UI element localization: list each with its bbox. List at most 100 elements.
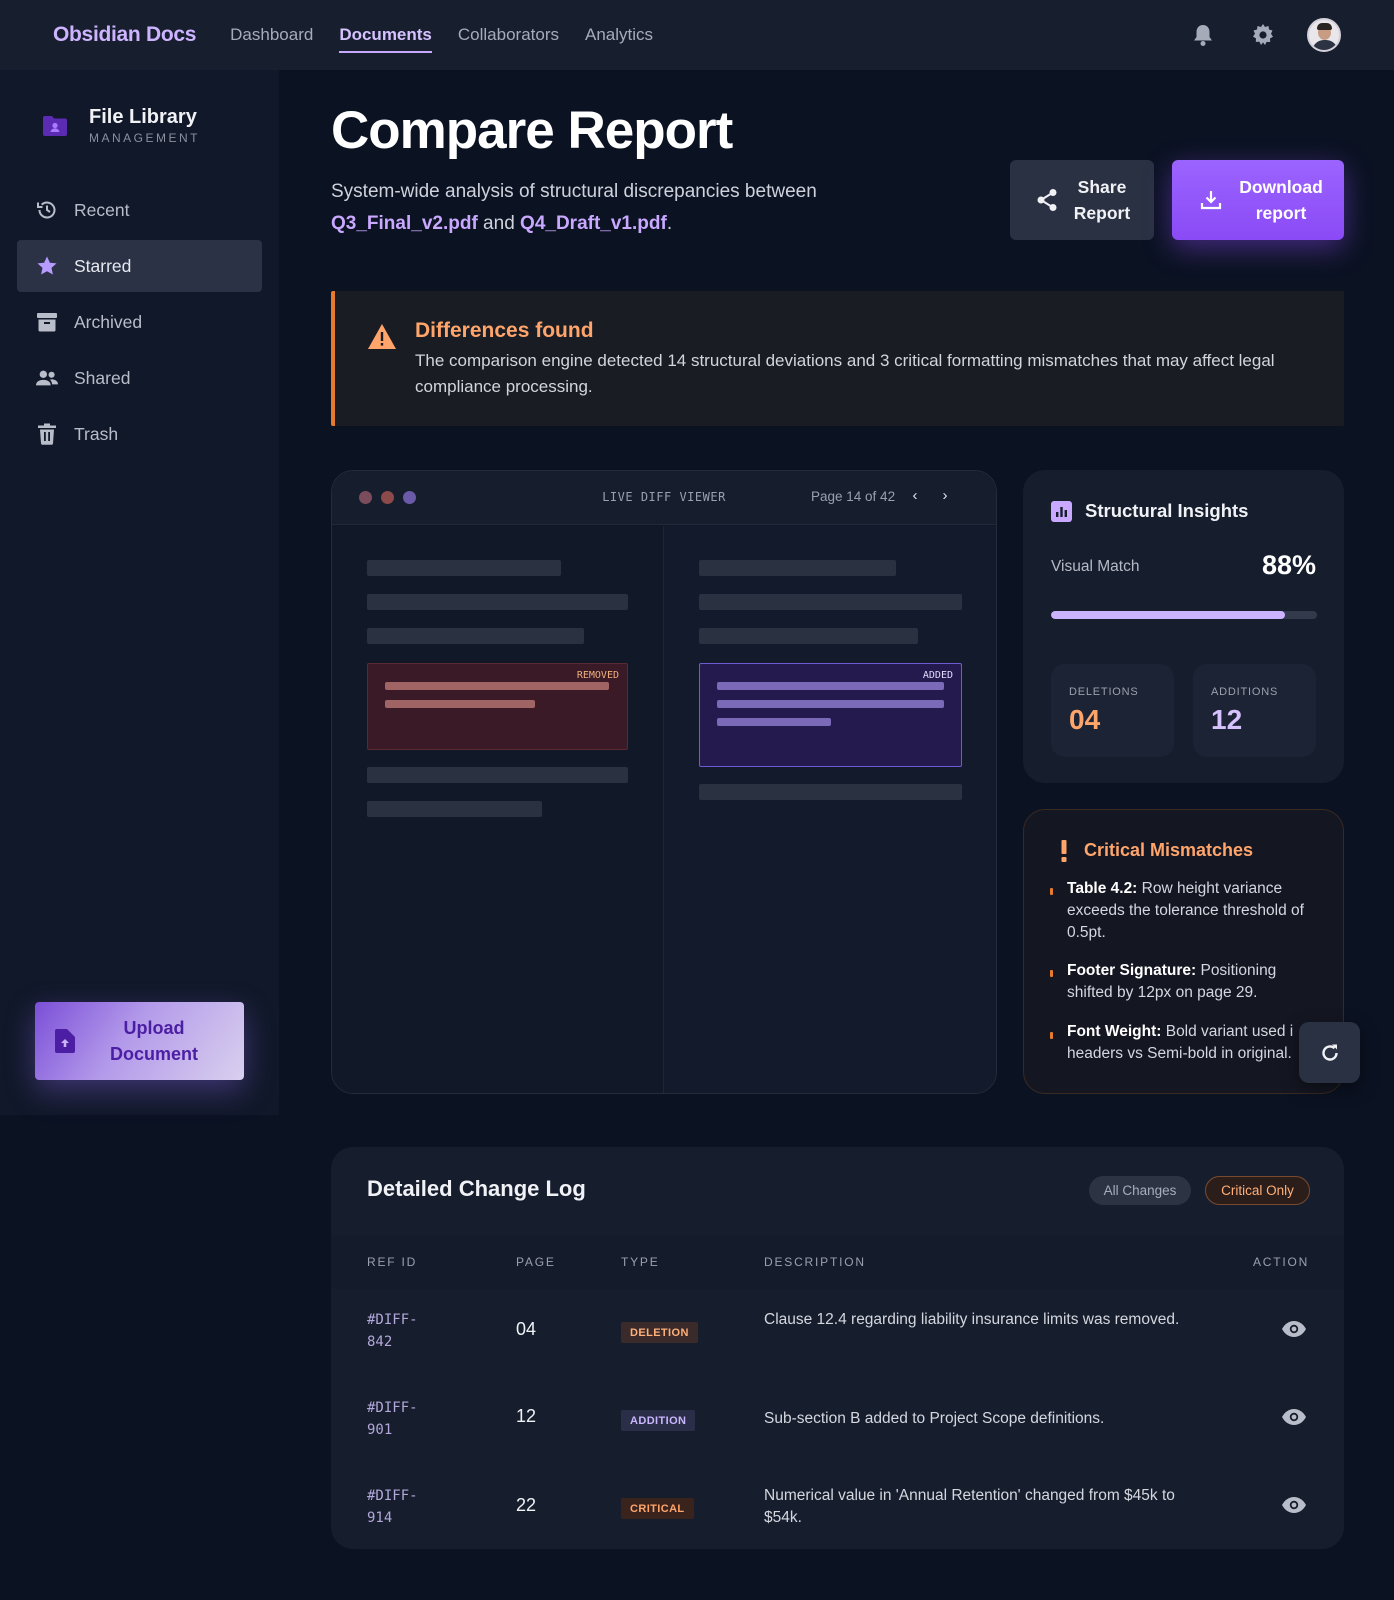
revised-document-pane[interactable]: ADDED — [663, 526, 996, 1093]
chart-icon — [1051, 501, 1072, 522]
sidebar: File Library MANAGEMENT Recent Starred A… — [0, 70, 279, 1115]
avatar[interactable] — [1307, 18, 1341, 52]
sidebar-item-recent[interactable]: Recent — [17, 184, 262, 236]
critical-item: Table 4.2: Row height variance exceeds t… — [1067, 878, 1335, 944]
file-link-a[interactable]: Q3_Final_v2.pdf — [331, 213, 478, 234]
filter-critical-only[interactable]: Critical Only — [1205, 1176, 1310, 1205]
nav-link-analytics[interactable]: Analytics — [585, 19, 653, 51]
share-icon — [1037, 189, 1057, 211]
description-text: System-wide analysis of structural discr… — [331, 181, 817, 202]
removed-block[interactable]: REMOVED — [367, 663, 628, 750]
alert-title: Differences found — [415, 319, 594, 342]
upload-button-label: Upload Document — [109, 1018, 198, 1064]
history-icon — [37, 201, 56, 219]
page-number: 22 — [516, 1495, 537, 1515]
change-log-card: Detailed Change Log All Changes Critical… — [331, 1147, 1344, 1549]
table-row[interactable]: #DIFF- 914 22 CRITICAL Numerical value in… — [331, 1465, 1344, 1549]
page-number: 12 — [516, 1406, 537, 1426]
table-header: REF ID PAGE TYPE DESCRIPTION ACTION — [331, 1235, 1344, 1289]
refresh-button[interactable] — [1299, 1022, 1360, 1083]
library-title: File Library — [89, 106, 197, 128]
critical-item-label: Footer Signature: — [1067, 962, 1197, 979]
sidebar-item-starred[interactable]: Starred — [17, 240, 262, 292]
nav-link-dashboard[interactable]: Dashboard — [230, 19, 313, 51]
sidebar-item-shared[interactable]: Shared — [17, 352, 262, 404]
progress-fill — [1051, 611, 1286, 619]
chevron-left-icon[interactable]: ‹ — [906, 487, 924, 504]
viewer-title: LIVE DIFF VIEWER — [602, 490, 726, 504]
eye-icon[interactable] — [1281, 1492, 1307, 1518]
sidebar-item-archived[interactable]: Archived — [17, 296, 262, 348]
added-block[interactable]: ADDED — [699, 663, 962, 767]
sidebar-item-label: Starred — [74, 255, 132, 276]
ref-id-prefix: #DIFF- — [367, 1488, 418, 1504]
ref-id: #DIFF- 914 — [367, 1485, 437, 1529]
change-log-title: Detailed Change Log — [367, 1176, 586, 1201]
sidebar-item-label: Shared — [74, 367, 131, 388]
critical-item: Footer Signature: Positioning shifted by… — [1067, 960, 1297, 1004]
eye-icon[interactable] — [1281, 1316, 1307, 1342]
chevron-right-icon[interactable]: › — [936, 487, 954, 504]
critical-mismatches-card: Critical Mismatches Table 4.2: Row heigh… — [1023, 809, 1344, 1094]
page-description: System-wide analysis of structural discr… — [331, 176, 931, 240]
type-badge: ADDITION — [621, 1410, 696, 1431]
bullet — [1050, 1032, 1053, 1039]
ref-id-number: 842 — [367, 1334, 393, 1350]
text-placeholder — [367, 628, 584, 644]
gear-icon[interactable] — [1247, 19, 1279, 51]
column-header-ref-id: REF ID — [367, 1255, 418, 1269]
removed-line — [385, 682, 609, 690]
share-report-button[interactable]: Share Report — [1010, 160, 1154, 240]
bullet — [1050, 888, 1053, 895]
eye-icon[interactable] — [1281, 1404, 1307, 1430]
file-link-b[interactable]: Q4_Draft_v1.pdf — [520, 213, 667, 234]
added-line — [717, 700, 944, 708]
insights-title: Structural Insights — [1085, 500, 1249, 521]
filter-all-changes[interactable]: All Changes — [1089, 1176, 1191, 1205]
library-subtitle: MANAGEMENT — [89, 131, 201, 145]
structural-insights-card: Structural Insights Visual Match 88% DEL… — [1023, 470, 1344, 783]
bullet — [1050, 970, 1053, 977]
page-number: 04 — [516, 1319, 537, 1339]
differences-alert: Differences found The comparison engine … — [331, 291, 1344, 426]
original-document-pane[interactable]: REMOVED — [332, 526, 663, 1093]
description-text: and — [477, 213, 521, 234]
text-placeholder — [367, 560, 561, 576]
download-icon — [1200, 191, 1222, 210]
table-row[interactable]: #DIFF- 901 12 ADDITION Sub-section B adde… — [331, 1377, 1344, 1465]
nav-actions — [1187, 18, 1341, 52]
column-header-type: TYPE — [621, 1255, 660, 1269]
warning-icon — [368, 324, 396, 349]
library-header: File Library MANAGEMENT — [43, 106, 200, 145]
text-placeholder — [367, 594, 628, 610]
top-navbar: Obsidian Docs Dashboard Documents Collab… — [0, 0, 1394, 70]
deletions-value: 04 — [1069, 704, 1101, 735]
sidebar-item-label: Trash — [74, 423, 119, 444]
additions-stat: ADDITIONS 12 — [1193, 664, 1316, 757]
change-description: Clause 12.4 regarding liability insuranc… — [764, 1311, 1180, 1328]
added-tag: ADDED — [922, 670, 953, 681]
removed-line — [385, 700, 535, 708]
ref-id-prefix: #DIFF- — [367, 1400, 418, 1416]
bell-icon[interactable] — [1187, 19, 1219, 51]
additions-label: ADDITIONS — [1211, 686, 1279, 698]
archive-icon — [37, 313, 57, 332]
ref-id-number: 914 — [367, 1510, 393, 1526]
page-title: Compare Report — [331, 101, 733, 160]
trash-icon — [38, 423, 56, 445]
ref-id: #DIFF- 842 — [367, 1309, 437, 1353]
download-report-button[interactable]: Download report — [1172, 160, 1344, 240]
page-indicator: Page 14 of 42 — [811, 489, 896, 504]
critical-item-continued: headers vs Semi-bold in original. — [1067, 1045, 1292, 1062]
upload-document-button[interactable]: Upload Document — [35, 1002, 244, 1080]
text-placeholder — [699, 784, 962, 800]
nav-link-collaborators[interactable]: Collaborators — [458, 19, 559, 51]
brand-logo[interactable]: Obsidian Docs — [53, 23, 196, 47]
ref-id-prefix: #DIFF- — [367, 1312, 418, 1328]
nav-link-documents[interactable]: Documents — [339, 19, 432, 53]
table-row[interactable]: #DIFF- 842 04 DELETION Clause 12.4 regard… — [331, 1289, 1344, 1377]
download-button-label: Download report — [1239, 177, 1323, 223]
critical-title: Critical Mismatches — [1084, 840, 1254, 860]
sidebar-item-trash[interactable]: Trash — [17, 408, 262, 460]
sidebar-item-label: Recent — [74, 199, 130, 220]
